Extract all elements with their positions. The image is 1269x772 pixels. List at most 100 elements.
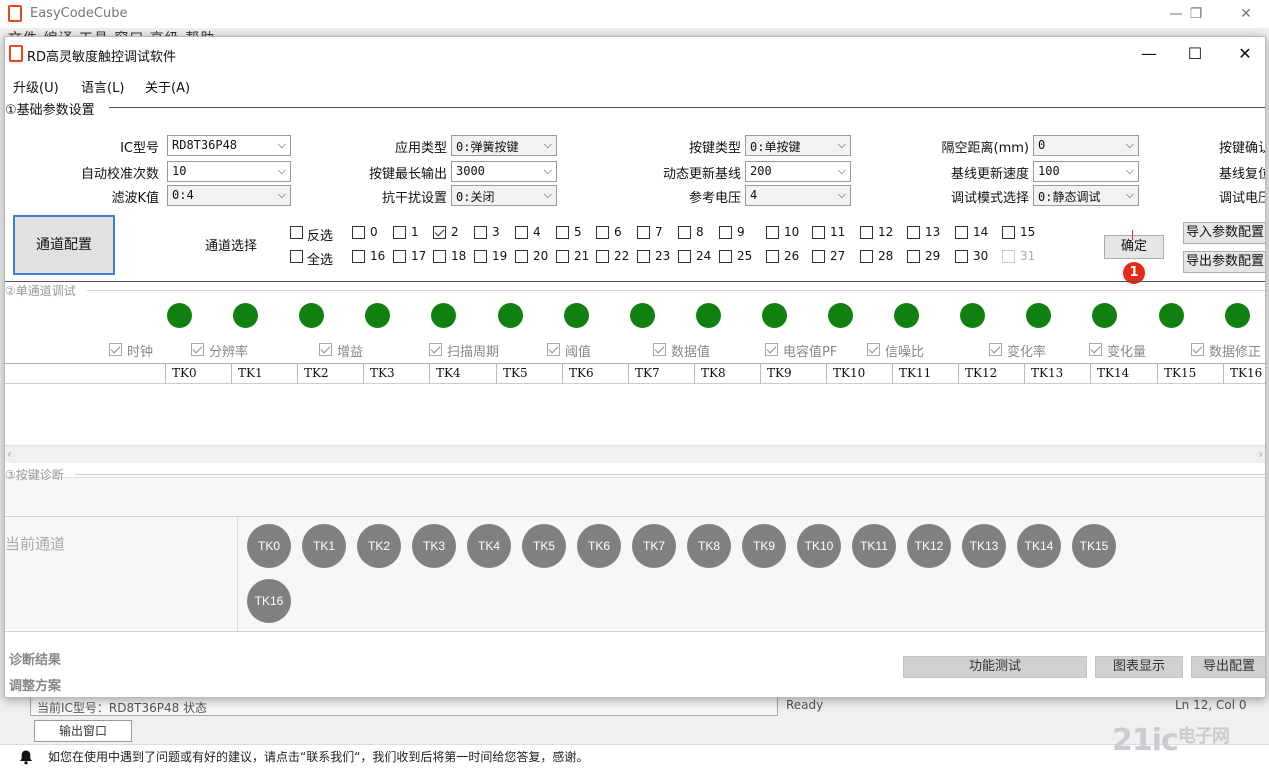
column-header-tk10[interactable]: TK10 xyxy=(826,363,892,384)
channel-checkbox-9[interactable] xyxy=(719,226,732,239)
channel-checkbox-17[interactable] xyxy=(393,250,406,263)
baseline-speed-combo[interactable]: 100 ⌵ xyxy=(1033,161,1139,182)
horizontal-scrollbar[interactable]: ‹ › xyxy=(5,445,1265,463)
column-header-tk12[interactable]: TK12 xyxy=(958,363,1024,384)
menu-about[interactable]: 关于(A) xyxy=(145,77,190,96)
channel-checkbox-11[interactable] xyxy=(812,226,825,239)
dialog-minimize-icon[interactable]: — xyxy=(1127,42,1171,66)
channel-checkbox-24[interactable] xyxy=(678,250,691,263)
app-type-combo[interactable]: 0:弹簧按键 ⌵ xyxy=(451,135,557,156)
import-config-button[interactable]: 导入参数配置 xyxy=(1183,222,1265,244)
option-checkbox-3[interactable] xyxy=(429,343,442,356)
chart-display-button[interactable]: 图表显示 xyxy=(1095,656,1183,678)
menu-language[interactable]: 语言(L) xyxy=(81,77,124,96)
column-header-tk9[interactable]: TK9 xyxy=(760,363,826,384)
channel-checkbox-2[interactable] xyxy=(433,226,446,239)
column-header-tk7[interactable]: TK7 xyxy=(628,363,694,384)
channel-checkbox-8[interactable] xyxy=(678,226,691,239)
channel-label-31: 31 xyxy=(1020,249,1036,263)
confirm-button[interactable]: 确定 xyxy=(1104,235,1164,259)
option-checkbox-9[interactable] xyxy=(1089,343,1102,356)
option-checkbox-10[interactable] xyxy=(1191,343,1204,356)
column-header-tk1[interactable]: TK1 xyxy=(231,363,297,384)
dialog-maximize-icon[interactable]: ☐ xyxy=(1173,42,1217,66)
channel-checkbox-14[interactable] xyxy=(955,226,968,239)
export-settings-button[interactable]: 导出配置 xyxy=(1191,656,1265,678)
chevron-down-icon: ⌵ xyxy=(543,164,552,177)
option-checkbox-6[interactable] xyxy=(765,343,778,356)
option-checkbox-2[interactable] xyxy=(319,343,332,356)
ic-model-combo[interactable]: RD8T36P48 ⌵ xyxy=(167,135,291,156)
column-header-tk13[interactable]: TK13 xyxy=(1024,363,1090,384)
channel-checkbox-21[interactable] xyxy=(556,250,569,263)
channel-checkbox-13[interactable] xyxy=(907,226,920,239)
channel-checkbox-0[interactable] xyxy=(352,226,365,239)
channel-checkbox-7[interactable] xyxy=(637,226,650,239)
column-header-tk11[interactable]: TK11 xyxy=(892,363,958,384)
channel-checkbox-25[interactable] xyxy=(719,250,732,263)
key-max-output-combo[interactable]: 3000 ⌵ xyxy=(451,161,557,182)
channel-checkbox-1[interactable] xyxy=(393,226,406,239)
option-checkbox-7[interactable] xyxy=(867,343,880,356)
channel-label-9: 9 xyxy=(737,225,745,239)
column-header-tk6[interactable]: TK6 xyxy=(562,363,628,384)
column-header-tk0[interactable]: TK0 xyxy=(165,363,231,384)
debug-mode-combo[interactable]: 0:静态调试 ⌵ xyxy=(1033,185,1139,206)
option-checkbox-8[interactable] xyxy=(989,343,1002,356)
channel-checkbox-12[interactable] xyxy=(860,226,873,239)
channel-checkbox-26[interactable] xyxy=(766,250,779,263)
chevron-down-icon: ⌵ xyxy=(277,188,286,201)
column-header-tk16[interactable]: TK16 xyxy=(1223,363,1265,384)
channel-checkbox-15[interactable] xyxy=(1002,226,1015,239)
column-header-tk15[interactable]: TK15 xyxy=(1157,363,1223,384)
channel-checkbox-30[interactable] xyxy=(955,250,968,263)
column-header-tk5[interactable]: TK5 xyxy=(496,363,562,384)
channel-label-2: 2 xyxy=(451,225,459,239)
select-all-checkbox[interactable] xyxy=(290,250,303,263)
channel-checkbox-22[interactable] xyxy=(596,250,609,263)
ref-voltage-combo[interactable]: 4 ⌵ xyxy=(745,185,851,206)
restore-icon[interactable]: ❐ xyxy=(1176,2,1216,26)
channel-checkbox-18[interactable] xyxy=(433,250,446,263)
filter-k-combo[interactable]: 0:4 ⌵ xyxy=(167,185,291,206)
close-icon[interactable]: ✕ xyxy=(1226,2,1266,26)
menu-upgrade[interactable]: 升级(U) xyxy=(13,77,59,96)
output-window-tab[interactable]: 输出窗口 xyxy=(34,720,132,742)
option-checkbox-4[interactable] xyxy=(547,343,560,356)
channel-checkbox-20[interactable] xyxy=(515,250,528,263)
column-header-tk3[interactable]: TK3 xyxy=(363,363,429,384)
channel-checkbox-16[interactable] xyxy=(352,250,365,263)
channel-led-16 xyxy=(1225,303,1250,328)
column-header-tk8[interactable]: TK8 xyxy=(694,363,760,384)
auto-calib-combo[interactable]: 10 ⌵ xyxy=(167,161,291,182)
key-type-combo[interactable]: 0:单按键 ⌵ xyxy=(745,135,851,156)
dynamic-baseline-combo[interactable]: 200 ⌵ xyxy=(745,161,851,182)
column-header-tk14[interactable]: TK14 xyxy=(1090,363,1156,384)
scroll-left-icon[interactable]: ‹ xyxy=(7,447,12,461)
channel-checkbox-4[interactable] xyxy=(515,226,528,239)
channel-checkbox-29[interactable] xyxy=(907,250,920,263)
option-checkbox-5[interactable] xyxy=(653,343,666,356)
dialog-close-icon[interactable]: ✕ xyxy=(1223,42,1265,66)
function-test-button[interactable]: 功能测试 xyxy=(903,656,1087,678)
channel-checkbox-3[interactable] xyxy=(474,226,487,239)
channel-checkbox-5[interactable] xyxy=(556,226,569,239)
channel-led-13 xyxy=(1026,303,1051,328)
scroll-right-icon[interactable]: › xyxy=(1258,447,1263,461)
column-header-tk2[interactable]: TK2 xyxy=(297,363,363,384)
option-checkbox-0[interactable] xyxy=(109,343,122,356)
channel-checkbox-27[interactable] xyxy=(812,250,825,263)
channel-config-button[interactable]: 通道配置 xyxy=(13,215,115,275)
channel-checkbox-19[interactable] xyxy=(474,250,487,263)
invert-checkbox[interactable] xyxy=(290,226,303,239)
channel-checkbox-6[interactable] xyxy=(596,226,609,239)
export-config-button[interactable]: 导出参数配置 xyxy=(1183,251,1265,273)
option-checkbox-1[interactable] xyxy=(191,343,204,356)
channel-checkbox-28[interactable] xyxy=(860,250,873,263)
air-distance-combo[interactable]: 0 ⌵ xyxy=(1033,135,1139,156)
channel-checkbox-10[interactable] xyxy=(766,226,779,239)
column-header-tk4[interactable]: TK4 xyxy=(429,363,495,384)
notice-text[interactable]: 如您在使用中遇到了问题或有好的建议，请点击“联系我们“，我们收到后将第一时间给您… xyxy=(48,748,588,765)
channel-checkbox-23[interactable] xyxy=(637,250,650,263)
anti-interference-combo[interactable]: 0:关闭 ⌵ xyxy=(451,185,557,206)
